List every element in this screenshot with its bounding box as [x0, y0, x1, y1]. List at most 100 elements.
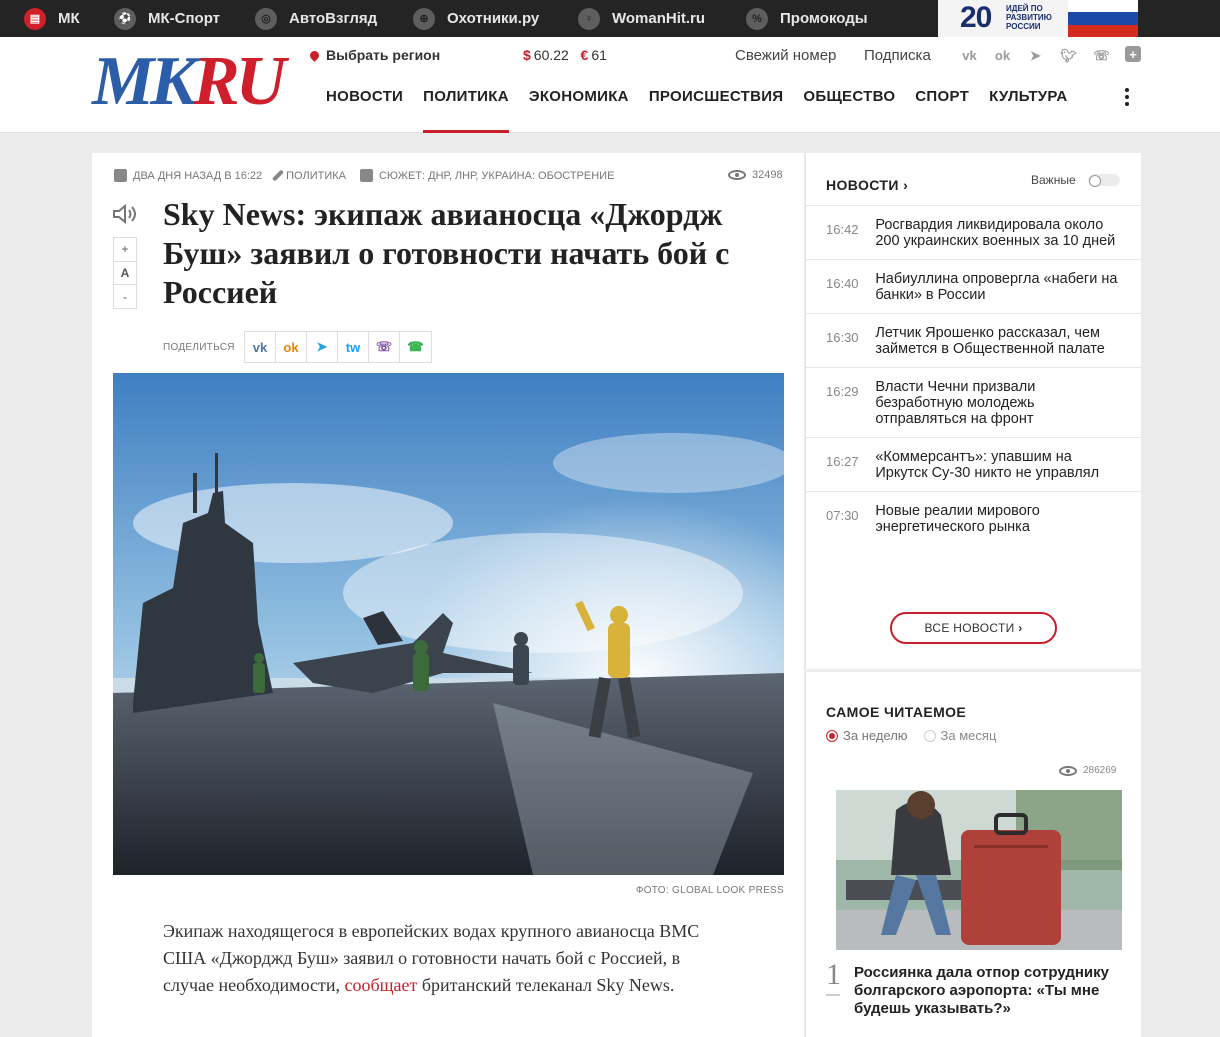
share-twitter-button[interactable]: tw: [338, 332, 369, 362]
vk-icon[interactable]: vk: [960, 46, 979, 65]
news-item[interactable]: 16:42 Росгвардия ликвидировала около 200…: [806, 205, 1142, 259]
all-news-button[interactable]: ВСЕ НОВОСТИ ›: [890, 612, 1057, 644]
whatsapp-icon: ☎: [407, 339, 424, 354]
news-headline[interactable]: Росгвардия ликвидировала около 200 украи…: [875, 217, 1122, 249]
news-item[interactable]: 16:27 «Коммерсантъ»: упавшим на Иркутск …: [806, 437, 1142, 491]
promo-banner[interactable]: 20 идей по развитию России: [938, 0, 1138, 37]
news-headline[interactable]: Власти Чечни призвали безработную молоде…: [875, 379, 1122, 427]
nav-politics[interactable]: ПОЛИТИКА: [423, 86, 509, 133]
usd-rate: 60.22: [533, 47, 569, 63]
odnoklassniki-icon: ok: [283, 339, 299, 355]
region-selector[interactable]: Выбрать регион: [308, 47, 440, 63]
viber-icon[interactable]: ☏: [1092, 46, 1111, 65]
font-size-control: + A -: [113, 237, 137, 309]
most-read-headline[interactable]: Россиянка дала отпор сотруднику болгарск…: [854, 964, 1134, 1018]
nav-sport[interactable]: СПОРТ: [915, 86, 969, 133]
share-whatsapp-button[interactable]: ☎: [400, 332, 431, 362]
currency-rates: $60.22 €61: [523, 47, 607, 63]
nav-society[interactable]: ОБЩЕСТВО: [803, 86, 895, 133]
most-read-views-count: 286269: [1083, 765, 1117, 776]
article-photo[interactable]: [113, 373, 784, 875]
odnoklassniki-icon[interactable]: ok: [993, 46, 1012, 65]
most-read-views: 286269: [1059, 765, 1116, 776]
site-header: MKRU Выбрать регион $60.22 €61 Свежий но…: [0, 37, 1220, 133]
fresh-issue-link[interactable]: Свежий номер: [735, 47, 836, 64]
nav-economy[interactable]: ЭКОНОМИКА: [529, 86, 629, 133]
news-item[interactable]: 07:30 Новые реалии мирового энергетическ…: [806, 491, 1142, 545]
subscribe-link[interactable]: Подписка: [864, 47, 931, 64]
news-item[interactable]: 16:29 Власти Чечни призвали безработную …: [806, 367, 1142, 437]
important-filter[interactable]: Важные: [1031, 173, 1120, 187]
share-viber-button[interactable]: ☏: [369, 332, 400, 362]
article-lead: Экипаж находящегося в европейских водах …: [163, 918, 723, 999]
period-month[interactable]: За месяц: [923, 728, 996, 743]
main-nav: НОВОСТИ ПОЛИТИКА ЭКОНОМИКА ПРОИСШЕСТВИЯ …: [326, 86, 1068, 133]
eur-rate: 61: [591, 47, 607, 63]
network-bar: ▤ МК ⚽ МК-Спорт ◎ АвтоВзгляд ⊕ Охотники.…: [0, 0, 1220, 37]
news-item[interactable]: 16:30 Летчик Ярошенко рассказал, чем зай…: [806, 313, 1142, 367]
most-read-photo[interactable]: [836, 790, 1122, 950]
plus-icon[interactable]: +: [1125, 46, 1141, 62]
news-item[interactable]: 16:40 Набиуллина опровергла «набеги на б…: [806, 259, 1142, 313]
net-link-label: Охотники.ру: [447, 10, 540, 27]
news-headline[interactable]: Набиуллина опровергла «набеги на банки» …: [875, 271, 1122, 303]
nav-culture[interactable]: КУЛЬТУРА: [989, 86, 1068, 133]
twitter-icon[interactable]: 🐦︎: [1059, 46, 1078, 65]
radio-month[interactable]: [923, 729, 936, 742]
nav-news[interactable]: НОВОСТИ: [326, 86, 403, 133]
news-time: 16:42: [826, 222, 859, 237]
font-decrease-button[interactable]: -: [114, 285, 136, 308]
soccer-ball-icon: ⚽: [114, 7, 136, 30]
news-time: 16:40: [826, 276, 859, 291]
news-headline[interactable]: «Коммерсантъ»: упавшим на Иркутск Су-30 …: [875, 449, 1122, 481]
share-ok-button[interactable]: ok: [276, 332, 307, 362]
telegram-icon[interactable]: ➤: [1026, 46, 1045, 65]
important-toggle[interactable]: [1087, 174, 1120, 187]
article-story[interactable]: Сюжет: ДНР, ЛНР, Украина: обострение: [359, 169, 615, 182]
period-selector: За неделю За месяц: [826, 728, 996, 743]
russian-flag-icon: [1068, 0, 1138, 37]
logo-ru: RU: [192, 43, 286, 120]
header-socials: vk ok ➤ 🐦︎ ☏ +: [960, 46, 1141, 65]
news-feed-title[interactable]: НОВОСТИ ›: [826, 177, 908, 193]
list-icon: [359, 169, 373, 182]
news-headline[interactable]: Новые реалии мирового энергетического ры…: [875, 503, 1122, 535]
font-increase-button[interactable]: +: [114, 238, 136, 262]
net-link-avtovzglyad[interactable]: ◎ АвтоВзгляд: [255, 0, 377, 37]
article-story-text: Сюжет: ДНР, ЛНР, Украина: обострение: [378, 169, 615, 182]
news-headline[interactable]: Летчик Ярошенко рассказал, чем займется …: [875, 325, 1122, 357]
important-label: Важные: [1031, 173, 1076, 187]
font-reset-button[interactable]: A: [114, 262, 136, 286]
most-read-title: САМОЕ ЧИТАЕМОЕ: [826, 704, 967, 720]
source-link[interactable]: сообщает: [345, 975, 418, 995]
telegram-icon: ➤: [316, 339, 328, 354]
news-time: 16:30: [826, 330, 859, 345]
net-link-label: Промокоды: [780, 10, 868, 27]
site-logo[interactable]: MKRU: [92, 47, 286, 117]
net-link-promocodes[interactable]: % Промокоды: [746, 0, 868, 37]
net-link-mk-sport[interactable]: ⚽ МК-Спорт: [114, 0, 220, 37]
period-week-label: За неделю: [843, 728, 908, 743]
net-link-mk[interactable]: ▤ МК: [24, 0, 80, 37]
article-date-text: два дня назад в 16:22: [133, 169, 263, 182]
net-link-womanhit[interactable]: ♀ WomanHit.ru: [578, 0, 705, 37]
article-rubric-text: Политика: [286, 169, 346, 182]
article-meta: два дня назад в 16:22 Политика Сюжет: ДН…: [114, 169, 614, 182]
article-title: Sky News: экипаж авианосца «Джордж Буш» …: [163, 196, 730, 310]
speaker-icon[interactable]: [112, 203, 138, 225]
article-rubric[interactable]: Политика: [272, 169, 346, 182]
pencil-icon: [272, 169, 285, 182]
nav-incidents[interactable]: ПРОИСШЕСТВИЯ: [649, 86, 784, 133]
article: два дня назад в 16:22 Политика Сюжет: ДН…: [92, 153, 804, 1037]
share-telegram-button[interactable]: ➤: [307, 332, 338, 362]
net-link-ohotniki[interactable]: ⊕ Охотники.ру: [413, 0, 539, 37]
more-menu-icon[interactable]: [1124, 88, 1130, 106]
period-week[interactable]: За неделю: [826, 728, 908, 743]
radio-week[interactable]: [826, 729, 838, 742]
article-views: 32498: [728, 169, 783, 181]
eye-icon: [1059, 765, 1077, 776]
mk-doc-icon: ▤: [24, 7, 46, 30]
rank-divider: [826, 994, 840, 996]
promo-text: идей по развитию России: [1006, 4, 1052, 31]
share-vk-button[interactable]: vk: [245, 332, 276, 362]
